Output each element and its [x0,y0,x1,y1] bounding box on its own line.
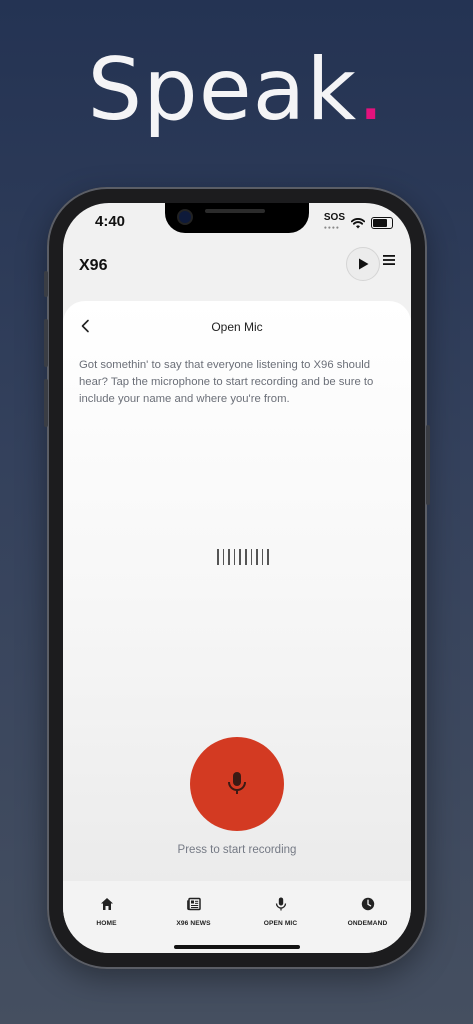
earpiece-speaker [205,209,265,213]
wifi-icon [351,217,365,228]
power-button [426,425,430,505]
app-logo: X96 [79,257,108,274]
hamburger-menu-icon[interactable] [383,255,395,265]
volume-up-button [44,319,48,367]
status-icons: SOS ●●●● [324,213,393,233]
front-camera [179,211,191,223]
bottom-tab-bar: HOME X96 NEWS OPEN MIC ONDEMAND [63,881,411,953]
play-button[interactable] [346,247,380,281]
tab-label: OPEN MIC [263,920,298,927]
microphone-icon [228,772,246,794]
status-time: 4:40 [95,213,126,230]
volume-down-button [44,379,48,427]
tab-open-mic[interactable]: OPEN MIC [241,881,321,953]
sos-indicator: SOS ●●●● [323,212,345,232]
record-button[interactable] [190,737,284,831]
tab-label: ONDEMAND [347,920,388,927]
tab-x96-news[interactable]: X96 NEWS [154,881,234,953]
clock-icon [361,897,374,911]
tab-label: X96 NEWS [176,920,211,927]
home-indicator [174,945,300,949]
home-icon [100,898,113,910]
microphone-icon [275,897,286,911]
tab-ondemand[interactable]: ONDEMAND [328,881,408,953]
tab-label: HOME [96,920,117,927]
open-mic-description: Got somethin' to say that everyone liste… [79,359,374,405]
record-hint: Press to start recording [177,844,297,856]
tab-home[interactable]: HOME [67,881,147,953]
waveform-icon [217,549,269,565]
open-mic-sheet: Open Mic Got somethin' to say that every… [63,301,411,881]
phone-frame: 4:40 SOS ●●●● X96 Open Mic Got somethin'… [44,187,430,969]
newspaper-icon [186,897,201,911]
battery-icon [371,217,393,229]
mute-switch [44,271,48,297]
headline-text: Speak [87,40,358,140]
app-bar: X96 [63,239,411,299]
headline-dot: . [357,40,386,140]
headline: Speak. [0,40,473,140]
sheet-title: Open Mic [211,320,263,334]
play-icon [358,258,368,270]
phone-screen: 4:40 SOS ●●●● X96 Open Mic Got somethin'… [63,203,411,953]
